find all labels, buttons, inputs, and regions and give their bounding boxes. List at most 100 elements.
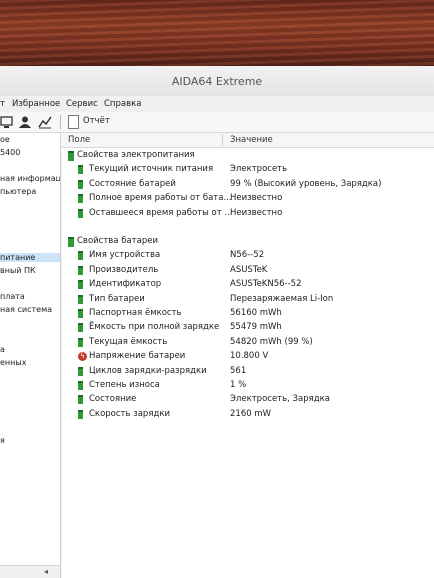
battery-icon <box>78 337 83 347</box>
tree-item[interactable]: ое <box>0 135 60 144</box>
battery-icon <box>78 194 83 204</box>
table-row[interactable]: Паспортная ёмкость 56160 mWh <box>62 307 434 321</box>
row-field: Оставшееся время работы от ... <box>89 207 233 218</box>
menu-item-favorites[interactable]: Избранное <box>12 99 60 109</box>
table-row[interactable]: Скорость зарядки 2160 mW <box>62 408 434 422</box>
section-title: Свойства электропитания <box>77 150 195 160</box>
table-row[interactable]: Текущий источник питания Электросеть <box>62 163 434 177</box>
battery-icon <box>78 395 83 405</box>
row-value: Перезаряжаемая Li-Ion <box>230 293 334 304</box>
menu-item-file[interactable]: т <box>0 99 5 109</box>
row-value: 99 % (Высокий уровень, Зарядка) <box>230 178 382 189</box>
table-row[interactable]: Текущая ёмкость 54820 mWh (99 %) <box>62 336 434 350</box>
tree-item[interactable]: 5400 <box>0 148 60 157</box>
tree-item[interactable]: ная информац <box>0 174 60 183</box>
row-field: Степень износа <box>89 380 160 390</box>
row-field: Ёмкость при полной зарядке <box>89 322 220 333</box>
battery-icon <box>78 294 83 304</box>
row-field: Текущая ёмкость <box>89 336 168 347</box>
table-row[interactable]: Оставшееся время работы от ... Неизвестно <box>62 207 434 221</box>
row-value: 561 <box>230 365 247 376</box>
tree-item[interactable]: енных <box>0 358 60 367</box>
column-header-field[interactable]: Поле <box>68 135 90 145</box>
row-value: Неизвестно <box>230 207 283 218</box>
row-field: Имя устройства <box>89 250 161 261</box>
aida64-window: AIDA64 Extreme т Избранное Сервис Справк… <box>0 66 434 578</box>
report-button-label: Отчёт <box>83 116 110 126</box>
row-field: Паспортная ёмкость <box>89 308 182 318</box>
table-row[interactable]: Степень износа 1 % <box>62 379 434 393</box>
table-row[interactable]: Тип батареи Перезаряжаемая Li-Ion <box>62 293 434 307</box>
section-title: Свойства батареи <box>77 236 158 246</box>
row-field: Тип батареи <box>89 293 145 304</box>
tree-item[interactable]: ная система <box>0 305 60 314</box>
tree-item[interactable]: питание <box>0 252 60 262</box>
battery-icon <box>78 165 83 175</box>
table-row[interactable]: Циклов зарядки-разрядки 561 <box>62 365 434 379</box>
window-title: AIDA64 Extreme <box>171 75 263 88</box>
table-row[interactable]: Состояние Электросеть, Зарядка <box>62 393 434 407</box>
table-row[interactable]: Идентификатор ASUSTeKN56--52 <box>62 278 434 292</box>
tree-item[interactable]: я <box>0 436 60 445</box>
column-header-value[interactable]: Значение <box>230 135 273 145</box>
menu-item-service[interactable]: Сервис <box>66 99 98 109</box>
tree-item[interactable]: вный ПК <box>0 266 60 275</box>
column-divider[interactable] <box>222 134 223 146</box>
row-field: Состояние батарей <box>89 178 176 189</box>
user-icon[interactable] <box>18 115 32 129</box>
menu-bar: т Избранное Сервис Справка <box>0 96 434 112</box>
tree-item[interactable]: плата <box>0 292 60 301</box>
battery-icon <box>78 251 83 261</box>
title-bar: AIDA64 Extreme <box>0 66 434 97</box>
row-value: 2160 mW <box>230 408 272 419</box>
table-row[interactable]: Имя устройства N56--52 <box>62 249 434 263</box>
battery-icon <box>78 323 83 333</box>
toolbar: Отчёт <box>0 112 434 133</box>
column-header: Поле Значение <box>62 133 434 148</box>
table-row[interactable]: Ёмкость при полной зарядке 55479 mWh <box>62 321 434 335</box>
table-row[interactable]: Полное время работы от бата... Неизвестно <box>62 192 434 206</box>
battery-icon <box>78 179 83 189</box>
row-value: Неизвестно <box>230 193 283 204</box>
details-panel: Поле Значение Свойства электропитания Тек… <box>62 133 434 578</box>
toolbar-separator <box>60 115 61 129</box>
row-value: 55479 mWh <box>230 322 282 333</box>
wooden-table-background <box>0 0 434 70</box>
row-value: N56--52 <box>230 250 265 261</box>
battery-icon <box>78 265 83 275</box>
row-field: Напряжение батареи <box>89 351 186 362</box>
row-value: Электросеть <box>230 164 288 175</box>
battery-icon <box>78 409 83 419</box>
row-field: Скорость зарядки <box>89 408 170 419</box>
battery-icon <box>68 237 74 247</box>
tree-item[interactable]: пьютера <box>0 187 60 196</box>
menu-item-help[interactable]: Справка <box>104 99 141 109</box>
navigation-tree: ое 5400 ная информац пьютера питание вный ПК п… <box>0 133 61 578</box>
row-field: Циклов зарядки-разрядки <box>89 365 207 376</box>
table-row[interactable]: Состояние батарей 99 % (Высокий уровень, … <box>62 178 434 192</box>
computer-icon[interactable] <box>0 115 14 129</box>
scroll-left-arrow-icon[interactable]: ◂ <box>44 567 48 576</box>
row-value: ASUSTeKN56--52 <box>230 279 302 290</box>
row-field: Текущий источник питания <box>89 164 214 175</box>
row-value: 54820 mWh (99 %) <box>230 336 313 347</box>
battery-icon <box>78 381 83 390</box>
section-header[interactable]: Свойства электропитания <box>62 149 434 163</box>
row-value: 10.800 V <box>230 351 269 362</box>
battery-icon <box>68 151 74 161</box>
chart-icon[interactable] <box>38 115 52 129</box>
section-header[interactable]: Свойства батареи <box>62 235 434 249</box>
tree-item[interactable]: а <box>0 345 60 354</box>
table-row[interactable]: Производитель ASUSTeK <box>62 264 434 278</box>
table-row[interactable]: ϟ Напряжение батареи 10.800 V <box>62 350 434 364</box>
row-value: ASUSTeK <box>230 264 268 275</box>
battery-icon <box>78 309 83 318</box>
battery-icon <box>78 208 83 218</box>
row-value: Электросеть, Зарядка <box>230 394 330 405</box>
voltage-icon: ϟ <box>78 352 87 362</box>
battery-icon <box>78 366 83 376</box>
tree-horizontal-scrollbar[interactable]: ◂ <box>0 565 60 578</box>
row-field: Полное время работы от бата... <box>89 193 232 204</box>
document-icon <box>68 115 79 129</box>
battery-icon <box>78 280 83 290</box>
